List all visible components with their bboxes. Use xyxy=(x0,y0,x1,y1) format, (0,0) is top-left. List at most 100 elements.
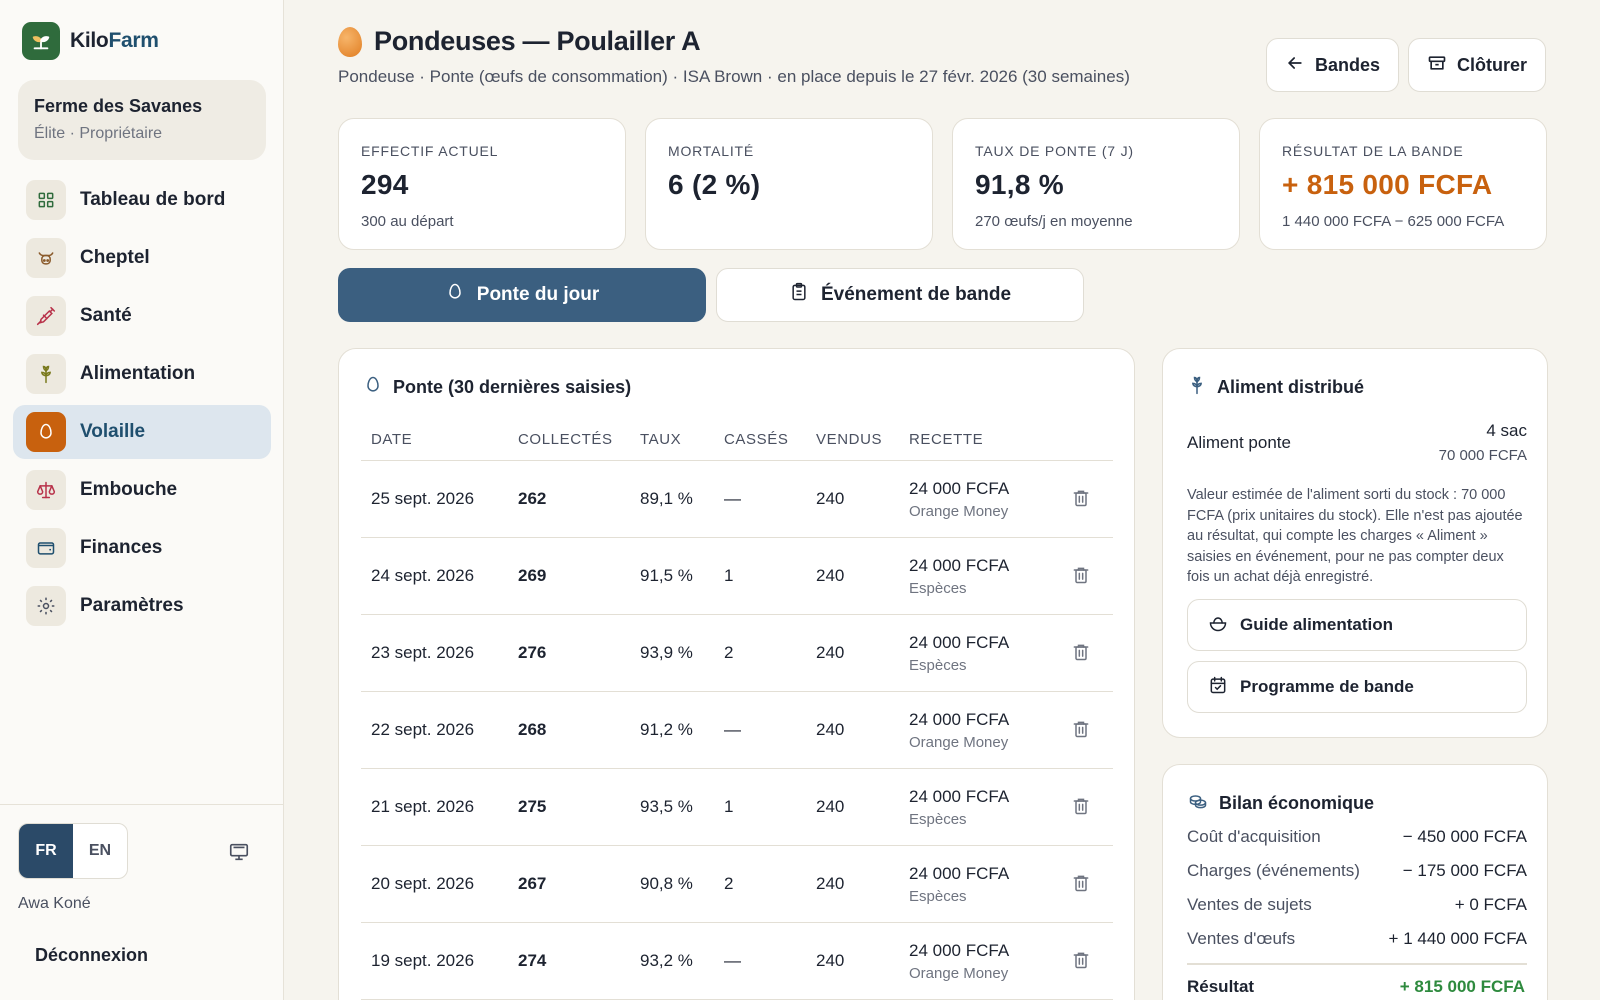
language-switcher: FR EN xyxy=(18,823,128,879)
cell-recette: 24 000 FCFA Espèces xyxy=(909,864,1009,905)
cell-taux: 90,8 % xyxy=(640,874,693,893)
cell-date: 25 sept. 2026 xyxy=(371,489,475,508)
bilan-value: + 0 FCFA xyxy=(1454,895,1527,914)
cell-collectes: 262 xyxy=(518,489,547,508)
evenement-de-bande-button[interactable]: Événement de bande xyxy=(716,268,1084,322)
cell-vendus: 240 xyxy=(816,489,845,508)
nav-item-tableau-de-bord[interactable]: Tableau de bord xyxy=(13,173,271,227)
lang-en-button[interactable]: EN xyxy=(73,824,127,878)
egg-icon xyxy=(445,282,465,308)
column-header[interactable]: Taux xyxy=(640,431,681,448)
clipboard-icon xyxy=(789,282,809,308)
cell-collectes: 276 xyxy=(518,643,547,662)
cell-casses: — xyxy=(724,489,741,508)
trash-icon[interactable] xyxy=(1071,795,1091,822)
column-header[interactable]: Collectés xyxy=(518,431,613,448)
bilan-economique-card: Bilan économique Coût d'acquisition − 45… xyxy=(1162,764,1548,1000)
feed-item-qty: 4 sac xyxy=(1486,421,1527,440)
bilan-label: Ventes de sujets xyxy=(1187,895,1312,914)
sidebar-footer: FR EN Awa Koné Déconnexion xyxy=(0,804,284,1000)
recette-payment: Orange Money xyxy=(909,733,1009,751)
table-row[interactable]: 25 sept. 2026 262 89,1 % — 240 24 000 FC… xyxy=(361,461,1113,538)
recette-payment: Espèces xyxy=(909,887,967,905)
syringe-icon xyxy=(26,296,66,336)
nav-label: Santé xyxy=(80,305,132,326)
brand[interactable]: KiloFarm xyxy=(22,22,159,60)
recette-amount: 24 000 FCFA xyxy=(909,940,1010,960)
cell-collectes: 269 xyxy=(518,566,547,585)
evenement-label: Événement de bande xyxy=(820,284,1012,305)
column-header[interactable]: Cassés xyxy=(724,431,788,448)
table-row[interactable]: 24 sept. 2026 269 91,5 % 1 240 24 000 FC… xyxy=(361,538,1113,615)
table-row[interactable]: 23 sept. 2026 276 93,9 % 2 240 24 000 FC… xyxy=(361,615,1113,692)
nav-item-sante[interactable]: Santé xyxy=(13,289,271,343)
cell-vendus: 240 xyxy=(816,720,845,739)
farm-role: Élite · Propriétaire xyxy=(34,125,163,142)
nav-label: Volaille xyxy=(80,421,146,442)
recette-amount: 24 000 FCFA xyxy=(909,632,1010,652)
trash-icon[interactable] xyxy=(1071,641,1091,668)
bilan-label: Charges (événements) xyxy=(1187,861,1360,880)
nav-item-parametres[interactable]: Paramètres xyxy=(13,579,271,633)
kpi-value: 294 xyxy=(361,169,409,200)
trash-icon[interactable] xyxy=(1071,949,1091,976)
table-row[interactable]: 22 sept. 2026 268 91,2 % — 240 24 000 FC… xyxy=(361,692,1113,769)
table-row[interactable]: 21 sept. 2026 275 93,5 % 1 240 24 000 FC… xyxy=(361,769,1113,846)
kpi-taux-ponte: Taux de ponte (7 j) 91,8 % 270 œufs/j en… xyxy=(952,118,1240,250)
guide-alimentation-button[interactable]: Guide alimentation xyxy=(1187,599,1527,651)
column-header[interactable]: Recette xyxy=(909,431,983,448)
recette-payment: Orange Money xyxy=(909,502,1009,520)
kpi-sub: 1 440 000 FCFA − 625 000 FCFA xyxy=(1282,213,1505,230)
logout-button[interactable]: Déconnexion xyxy=(35,945,148,966)
recette-payment: Espèces xyxy=(909,810,967,828)
back-label: Bandes xyxy=(1315,54,1381,75)
wallet-icon xyxy=(26,528,66,568)
kpi-label: Effectif actuel xyxy=(361,143,499,159)
kpi-value: 91,8 % xyxy=(975,169,1064,200)
lang-fr-button[interactable]: FR xyxy=(19,824,73,878)
bilan-row: Coût d'acquisition − 450 000 FCFA xyxy=(1187,827,1527,857)
table-row[interactable]: 20 sept. 2026 267 90,8 % 2 240 24 000 FC… xyxy=(361,846,1113,923)
trash-icon[interactable] xyxy=(1071,487,1091,514)
trash-icon[interactable] xyxy=(1071,564,1091,591)
recette-payment: Espèces xyxy=(909,579,967,597)
nav-item-embouche[interactable]: Embouche xyxy=(13,463,271,517)
back-to-bandes-button[interactable]: Bandes xyxy=(1266,38,1400,92)
trash-icon[interactable] xyxy=(1071,872,1091,899)
cell-taux: 93,9 % xyxy=(640,643,693,662)
programme-de-bande-button[interactable]: Programme de bande xyxy=(1187,661,1527,713)
farm-selector[interactable]: Ferme des Savanes Élite · Propriétaire xyxy=(18,80,266,160)
trash-icon[interactable] xyxy=(1071,718,1091,745)
column-header[interactable]: Date xyxy=(371,431,412,448)
nav-item-volaille[interactable]: Volaille xyxy=(13,405,271,459)
cell-recette: 24 000 FCFA Orange Money xyxy=(909,941,1009,982)
cell-collectes: 268 xyxy=(518,720,547,739)
cell-casses: — xyxy=(724,720,741,739)
cell-date: 22 sept. 2026 xyxy=(371,720,475,739)
coins-icon xyxy=(1187,791,1209,816)
archive-icon xyxy=(1427,53,1447,78)
kpi-resultat: Résultat de la bande + 815 000 FCFA 1 44… xyxy=(1259,118,1547,250)
kpi-label: Résultat de la bande xyxy=(1282,143,1464,159)
column-header[interactable]: Vendus xyxy=(816,431,882,448)
feed-item-value: 70 000 FCFA xyxy=(1438,447,1527,464)
bilan-row: Ventes de sujets + 0 FCFA xyxy=(1187,895,1527,925)
main-nav: Tableau de bord Cheptel Santé Alimentati… xyxy=(13,173,271,637)
kpi-value: 6 (2 %) xyxy=(668,169,761,200)
table-row[interactable]: 19 sept. 2026 274 93,2 % — 240 24 000 FC… xyxy=(361,923,1113,1000)
ponte-du-jour-label: Ponte du jour xyxy=(476,284,600,305)
sidebar: KiloFarm Ferme des Savanes Élite · Propr… xyxy=(0,0,284,1000)
nav-item-finances[interactable]: Finances xyxy=(13,521,271,575)
bilan-card-title: Bilan économique xyxy=(1187,791,1374,816)
kpi-effectif: Effectif actuel 294 300 au départ xyxy=(338,118,626,250)
cell-date: 20 sept. 2026 xyxy=(371,874,475,893)
cell-date: 24 sept. 2026 xyxy=(371,566,475,585)
monitor-icon[interactable] xyxy=(228,841,250,868)
cloturer-button[interactable]: Clôturer xyxy=(1408,38,1547,92)
ponte-du-jour-button[interactable]: Ponte du jour xyxy=(338,268,706,322)
bilan-row: Ventes d'œufs + 1 440 000 FCFA xyxy=(1187,929,1527,959)
nav-item-alimentation[interactable]: Alimentation xyxy=(13,347,271,401)
nav-item-cheptel[interactable]: Cheptel xyxy=(13,231,271,285)
calendar-check-icon xyxy=(1208,675,1228,700)
cell-vendus: 240 xyxy=(816,643,845,662)
